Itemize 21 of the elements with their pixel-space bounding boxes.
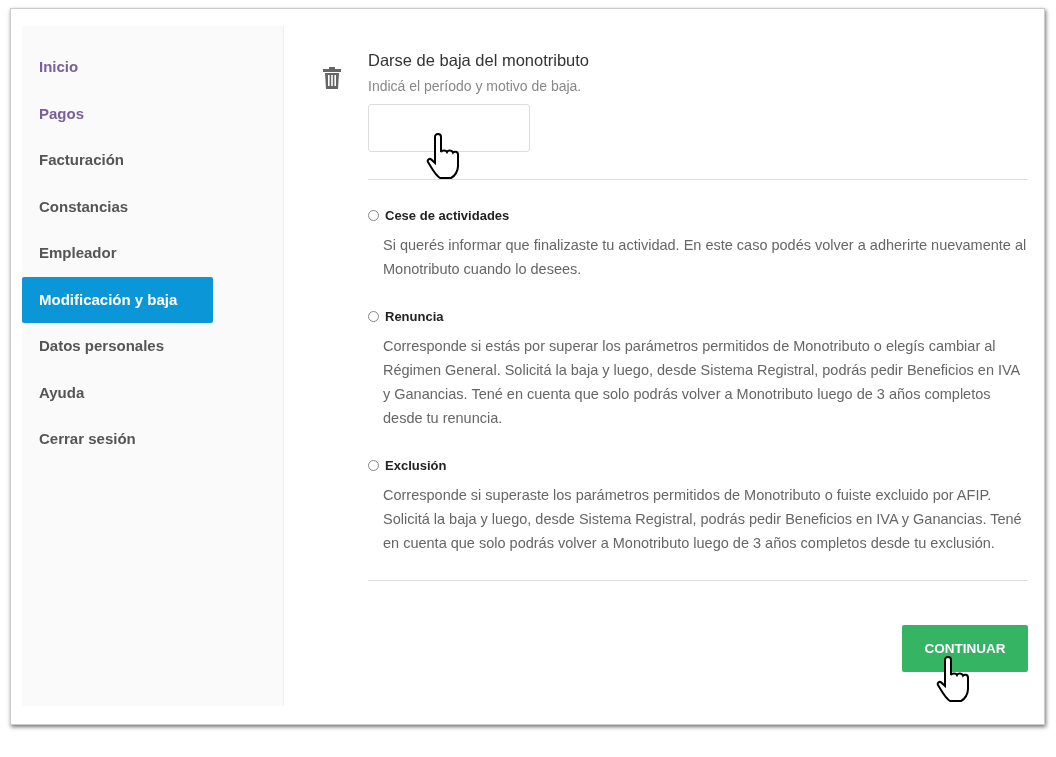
form-title: Darse de baja del monotributo (368, 51, 590, 70)
sidebar-item[interactable]: Facturación (22, 137, 213, 184)
option-label: Cese de actividades (385, 208, 510, 223)
sidebar-item[interactable]: Ayuda (22, 369, 213, 416)
sidebar-item[interactable]: Inicio (22, 44, 213, 91)
sidebar-item[interactable]: Cerrar sesión (22, 416, 213, 463)
period-input-field[interactable] (368, 104, 530, 152)
option-description: Si querés informar que finalizaste tu actividad. En este caso podés volver a adherirte nuevamente al Monotributo cuando lo desees. (383, 236, 1028, 279)
option-description: Corresponde si superaste los parámetros permitidos de Monotributo o fuiste excluido por AFIP. Solicitá la baja y luego, desde Sistema Registral, podrás pedir Beneficios en IVA y Ganancias. Tené en cuenta que solo podrás volver a Monotributo luego de 3 años completos desde tu exclusión. (383, 486, 1023, 553)
sidebar-item[interactable]: Constancias (22, 183, 213, 230)
option-label: Renuncia (385, 309, 444, 324)
radio-option[interactable]: Renuncia (368, 309, 1028, 324)
sidebar-item[interactable]: Pagos (22, 90, 213, 137)
sidebar-item[interactable]: Datos personales (22, 323, 213, 370)
radio-option[interactable]: Exclusión (368, 458, 1028, 473)
sidebar-item[interactable]: Empleador (22, 230, 213, 277)
option-label: Exclusión (385, 458, 447, 473)
trash-icon (323, 67, 341, 89)
form-subtitle: Indicá el período y motivo de baja. (368, 78, 583, 94)
option-description: Corresponde si estás por superar los parámetros permitidos de Monotributo o elegís cambiar al Régimen General. Solicitá la baja y luego, desde Sistema Registral, podrás pedir Beneficios en IVA y Ganancias. Tené en cuenta que solo podrás volver a Monotributo luego de 3 años completos desde tu renuncia. (383, 337, 1021, 428)
radio-option[interactable]: Cese de actividades (368, 208, 1028, 223)
